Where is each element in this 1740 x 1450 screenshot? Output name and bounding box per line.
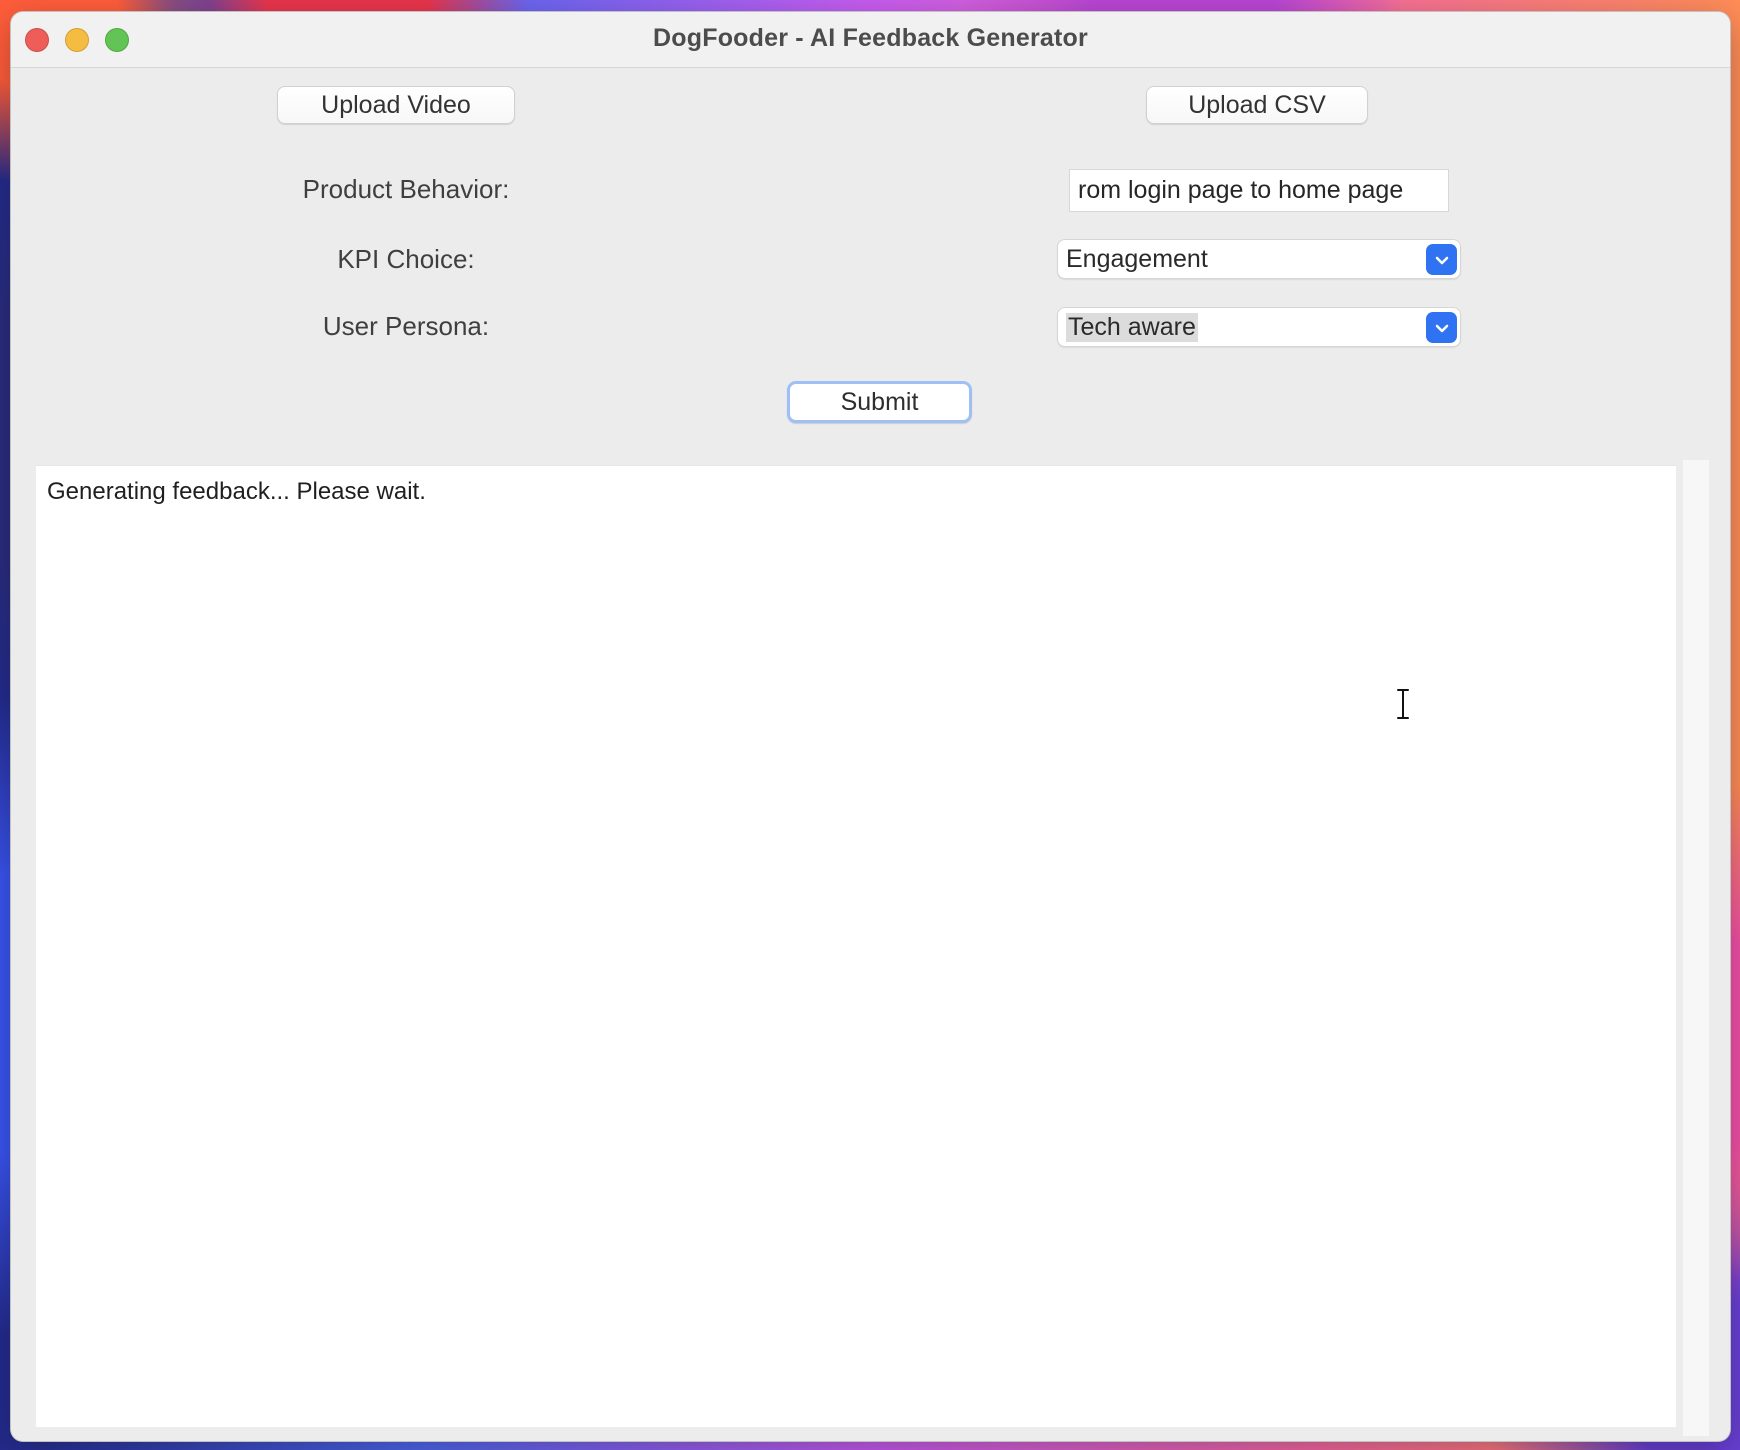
app-window: DogFooder - AI Feedback Generator Upload… <box>10 11 1731 1442</box>
kpi-choice-label: KPI Choice: <box>337 244 475 274</box>
feedback-output-area[interactable]: Generating feedback... Please wait. <box>35 465 1676 1427</box>
user-persona-value: Tech aware <box>1066 312 1198 342</box>
feedback-output-text: Generating feedback... Please wait. <box>47 478 426 505</box>
output-scrollbar[interactable] <box>1682 460 1709 1436</box>
chevron-down-icon[interactable] <box>1426 244 1457 275</box>
user-persona-label: User Persona: <box>322 311 490 341</box>
product-behavior-label: Product Behavior: <box>302 174 510 204</box>
window-titlebar[interactable]: DogFooder - AI Feedback Generator <box>11 12 1730 68</box>
i-beam-cursor-icon <box>1397 689 1409 719</box>
user-persona-select[interactable]: Tech aware <box>1057 307 1461 347</box>
upload-csv-button[interactable]: Upload CSV <box>1146 86 1368 124</box>
main-content: Upload Video Upload CSV Product Behavior… <box>11 68 1730 1441</box>
kpi-choice-value: Engagement <box>1066 244 1208 273</box>
product-behavior-field[interactable]: rom login page to home page <box>1069 169 1449 212</box>
window-title: DogFooder - AI Feedback Generator <box>653 24 1088 52</box>
kpi-choice-select[interactable]: Engagement <box>1057 239 1461 279</box>
upload-video-button[interactable]: Upload Video <box>277 86 515 124</box>
submit-button[interactable]: Submit <box>787 381 972 423</box>
chevron-down-icon[interactable] <box>1426 312 1457 343</box>
